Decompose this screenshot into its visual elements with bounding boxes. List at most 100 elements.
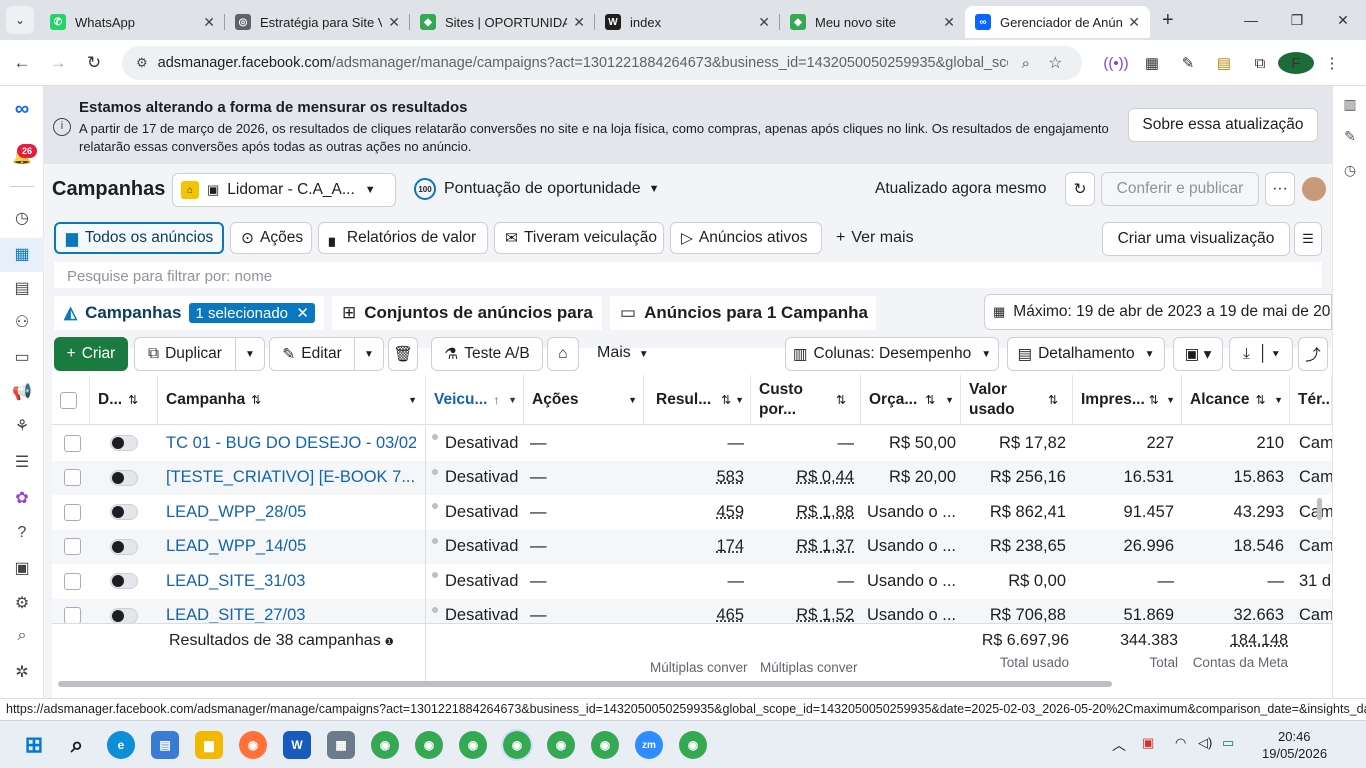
tab-sites[interactable]: ◆ Sites | OPORTUNIDAE ✕ (410, 6, 595, 38)
delivery-toggle[interactable] (110, 504, 138, 520)
bookmark-star-icon[interactable]: ☆ (1048, 53, 1062, 73)
edit-button[interactable]: ✎ Editar (269, 337, 355, 371)
row-checkbox[interactable] (64, 538, 81, 555)
table-row[interactable]: [TESTE_CRIATIVO] [E-BOOK 7... Desativad … (52, 460, 1332, 495)
campaign-name-link[interactable]: LEAD_WPP_28/05 (166, 495, 416, 529)
site-settings-icon[interactable]: ⚙ (136, 55, 148, 71)
volume-icon[interactable]: ◁) (1198, 735, 1212, 751)
chrome-icon[interactable]: ◉ (591, 731, 619, 759)
tab-meu-novo-site[interactable]: ◆ Meu novo site ✕ (780, 6, 965, 38)
tab-gerenciador[interactable]: ∞ Gerenciador de Anún ✕ (965, 6, 1150, 38)
chrome-icon[interactable]: ◉ (501, 729, 533, 761)
campaign-name-link[interactable]: [TESTE_CRIATIVO] [E-BOOK 7... (166, 461, 416, 495)
filter-all-ads[interactable]: ▆ Todos os anúncios (54, 222, 224, 254)
reload-icon[interactable]: ↻ (76, 53, 112, 73)
select-all-checkbox[interactable] (60, 391, 77, 409)
close-icon[interactable]: ✕ (573, 14, 585, 31)
settings-icon[interactable]: ⚙ (0, 593, 44, 613)
tab-index[interactable]: Windex ✕ (595, 6, 780, 38)
tag-button[interactable]: ⌂ (547, 337, 579, 371)
profile-avatar[interactable]: F (1278, 52, 1314, 74)
feedback-icon[interactable]: ▣ (0, 558, 44, 578)
edge-icon[interactable]: e (107, 731, 135, 759)
col-actions[interactable]: Ações ▼ (524, 375, 644, 425)
col-delivery[interactable]: Veicu... ↑ ▼ (426, 375, 524, 425)
charts-button[interactable]: ⤴ (1298, 337, 1328, 371)
ab-test-button[interactable]: ⚗ Teste A/B (431, 337, 543, 371)
extensions-puzzle-icon[interactable]: ⧉ (1242, 55, 1278, 72)
account-selector[interactable]: ⌂ ▣ Lidomar - C.A_A... ▼ (172, 173, 396, 207)
omnibox[interactable]: ⚙ adsmanager.facebook.com/adsmanager/man… (122, 46, 1082, 80)
vertical-scrollbar[interactable] (1317, 498, 1322, 520)
search-filter-input[interactable]: Pesquise para filtrar por: nome (54, 262, 1322, 288)
clock-time[interactable]: 20:46 (1278, 729, 1311, 744)
menu-icon[interactable]: ☰ (0, 452, 44, 472)
new-tab-button[interactable]: + (1162, 9, 1174, 32)
campaign-name-link[interactable]: LEAD_WPP_14/05 (166, 530, 416, 564)
horizontal-scrollbar[interactable] (58, 681, 1112, 687)
zoom-icon[interactable]: ⌕ (1022, 55, 1030, 72)
table-row[interactable]: LEAD_WPP_14/05 Desativad — 174 R$ 1,37 U… (52, 529, 1332, 564)
row-checkbox[interactable] (64, 572, 81, 590)
history-icon[interactable]: ◷ (1333, 162, 1366, 179)
calculator-icon[interactable]: ▦ (327, 731, 355, 759)
tab-search-dropdown[interactable]: ⌄ (6, 6, 34, 34)
close-icon[interactable]: ✕ (758, 14, 770, 31)
review-publish-button[interactable]: Conferir e publicar (1101, 172, 1259, 206)
forward-icon[interactable]: → (40, 53, 76, 73)
extension-icon[interactable]: ((•)) (1098, 55, 1134, 72)
filter-value-reports[interactable]: ▖ Relatórios de valor (318, 222, 488, 254)
billing-icon[interactable]: ▭ (0, 347, 44, 367)
close-icon[interactable]: ✕ (943, 14, 955, 31)
delivery-toggle[interactable] (110, 607, 138, 624)
dashboard-icon[interactable]: ◷ (0, 208, 44, 228)
close-icon[interactable]: ✕ (388, 14, 400, 31)
clock-date[interactable]: 19/05/2026 (1262, 746, 1327, 761)
more-button[interactable]: Mais ▼ (597, 344, 649, 362)
chrome-icon[interactable]: ◉ (459, 731, 487, 759)
row-checkbox[interactable] (64, 434, 81, 452)
col-amount-spent[interactable]: Valor usado ⇅ (961, 375, 1073, 425)
close-icon[interactable]: ✕ (203, 14, 215, 31)
duplicate-dropdown[interactable]: ▼ (235, 337, 265, 371)
zoom-icon[interactable]: zm (635, 731, 663, 759)
col-budget[interactable]: Orça... ⇅ ▼ (861, 375, 961, 425)
about-update-button[interactable]: Sobre essa atualização (1128, 108, 1318, 142)
delivery-toggle[interactable] (110, 435, 138, 451)
chrome-icon[interactable]: ◉ (415, 731, 443, 759)
file-explorer-icon[interactable]: ▆ (195, 731, 223, 759)
meta-logo-icon[interactable]: ∞ (0, 98, 44, 121)
chart-icon[interactable]: ▥ (1333, 96, 1366, 113)
chrome-icon[interactable]: ◉ (547, 731, 575, 759)
tab-estrategia[interactable]: ◎ Estratégia para Site V ✕ (225, 6, 410, 38)
more-options-button[interactable]: ··· (1265, 172, 1295, 206)
close-icon[interactable]: ✕ (1128, 14, 1140, 31)
minimize-icon[interactable]: — (1228, 12, 1274, 28)
table-row[interactable]: LEAD_WPP_28/05 Desativad — 459 R$ 1,88 U… (52, 495, 1332, 529)
campaign-name-link[interactable]: LEAD_SITE_31/03 (166, 564, 416, 598)
delivery-toggle[interactable] (110, 573, 138, 589)
audiences-icon[interactable]: ⚇ (0, 312, 44, 332)
chrome-icon[interactable]: ◉ (679, 731, 707, 759)
refresh-button[interactable]: ↻ (1065, 172, 1095, 206)
filter-active-ads[interactable]: ▷ Anúncios ativos (670, 222, 822, 254)
eyedropper-icon[interactable]: ✎ (1170, 54, 1206, 72)
see-more-button[interactable]: + Ver mais (836, 229, 914, 247)
edit-dropdown[interactable]: ▼ (354, 337, 384, 371)
col-end[interactable]: Tér... (1290, 375, 1332, 425)
reports-button[interactable]: ▣ ▾ (1173, 337, 1223, 371)
megaphone-icon[interactable]: 📢 (0, 382, 44, 402)
restore-icon[interactable]: ❐ (1274, 12, 1320, 29)
col-results[interactable]: Resul... ⇅ ▼ (644, 375, 751, 425)
business-icon[interactable]: ⚘ (0, 416, 44, 436)
delivery-toggle[interactable] (110, 469, 138, 486)
tab-adsets[interactable]: ⊞ Conjuntos de anúncios para (332, 296, 602, 330)
menu-kebab-icon[interactable]: ⋮ (1314, 54, 1350, 72)
delete-button[interactable]: 🗑 (388, 337, 418, 371)
tab-whatsapp[interactable]: ✆ WhatsApp ✕ (40, 6, 225, 38)
back-icon[interactable]: ← (4, 53, 40, 73)
delivery-toggle[interactable] (110, 538, 138, 555)
extension-icon[interactable]: ▦ (1134, 54, 1170, 72)
columns-button[interactable]: ▥ Colunas: Desempenho ▼ (785, 337, 999, 371)
filter-delivered[interactable]: ✉ Tiveram veiculação (494, 222, 664, 254)
